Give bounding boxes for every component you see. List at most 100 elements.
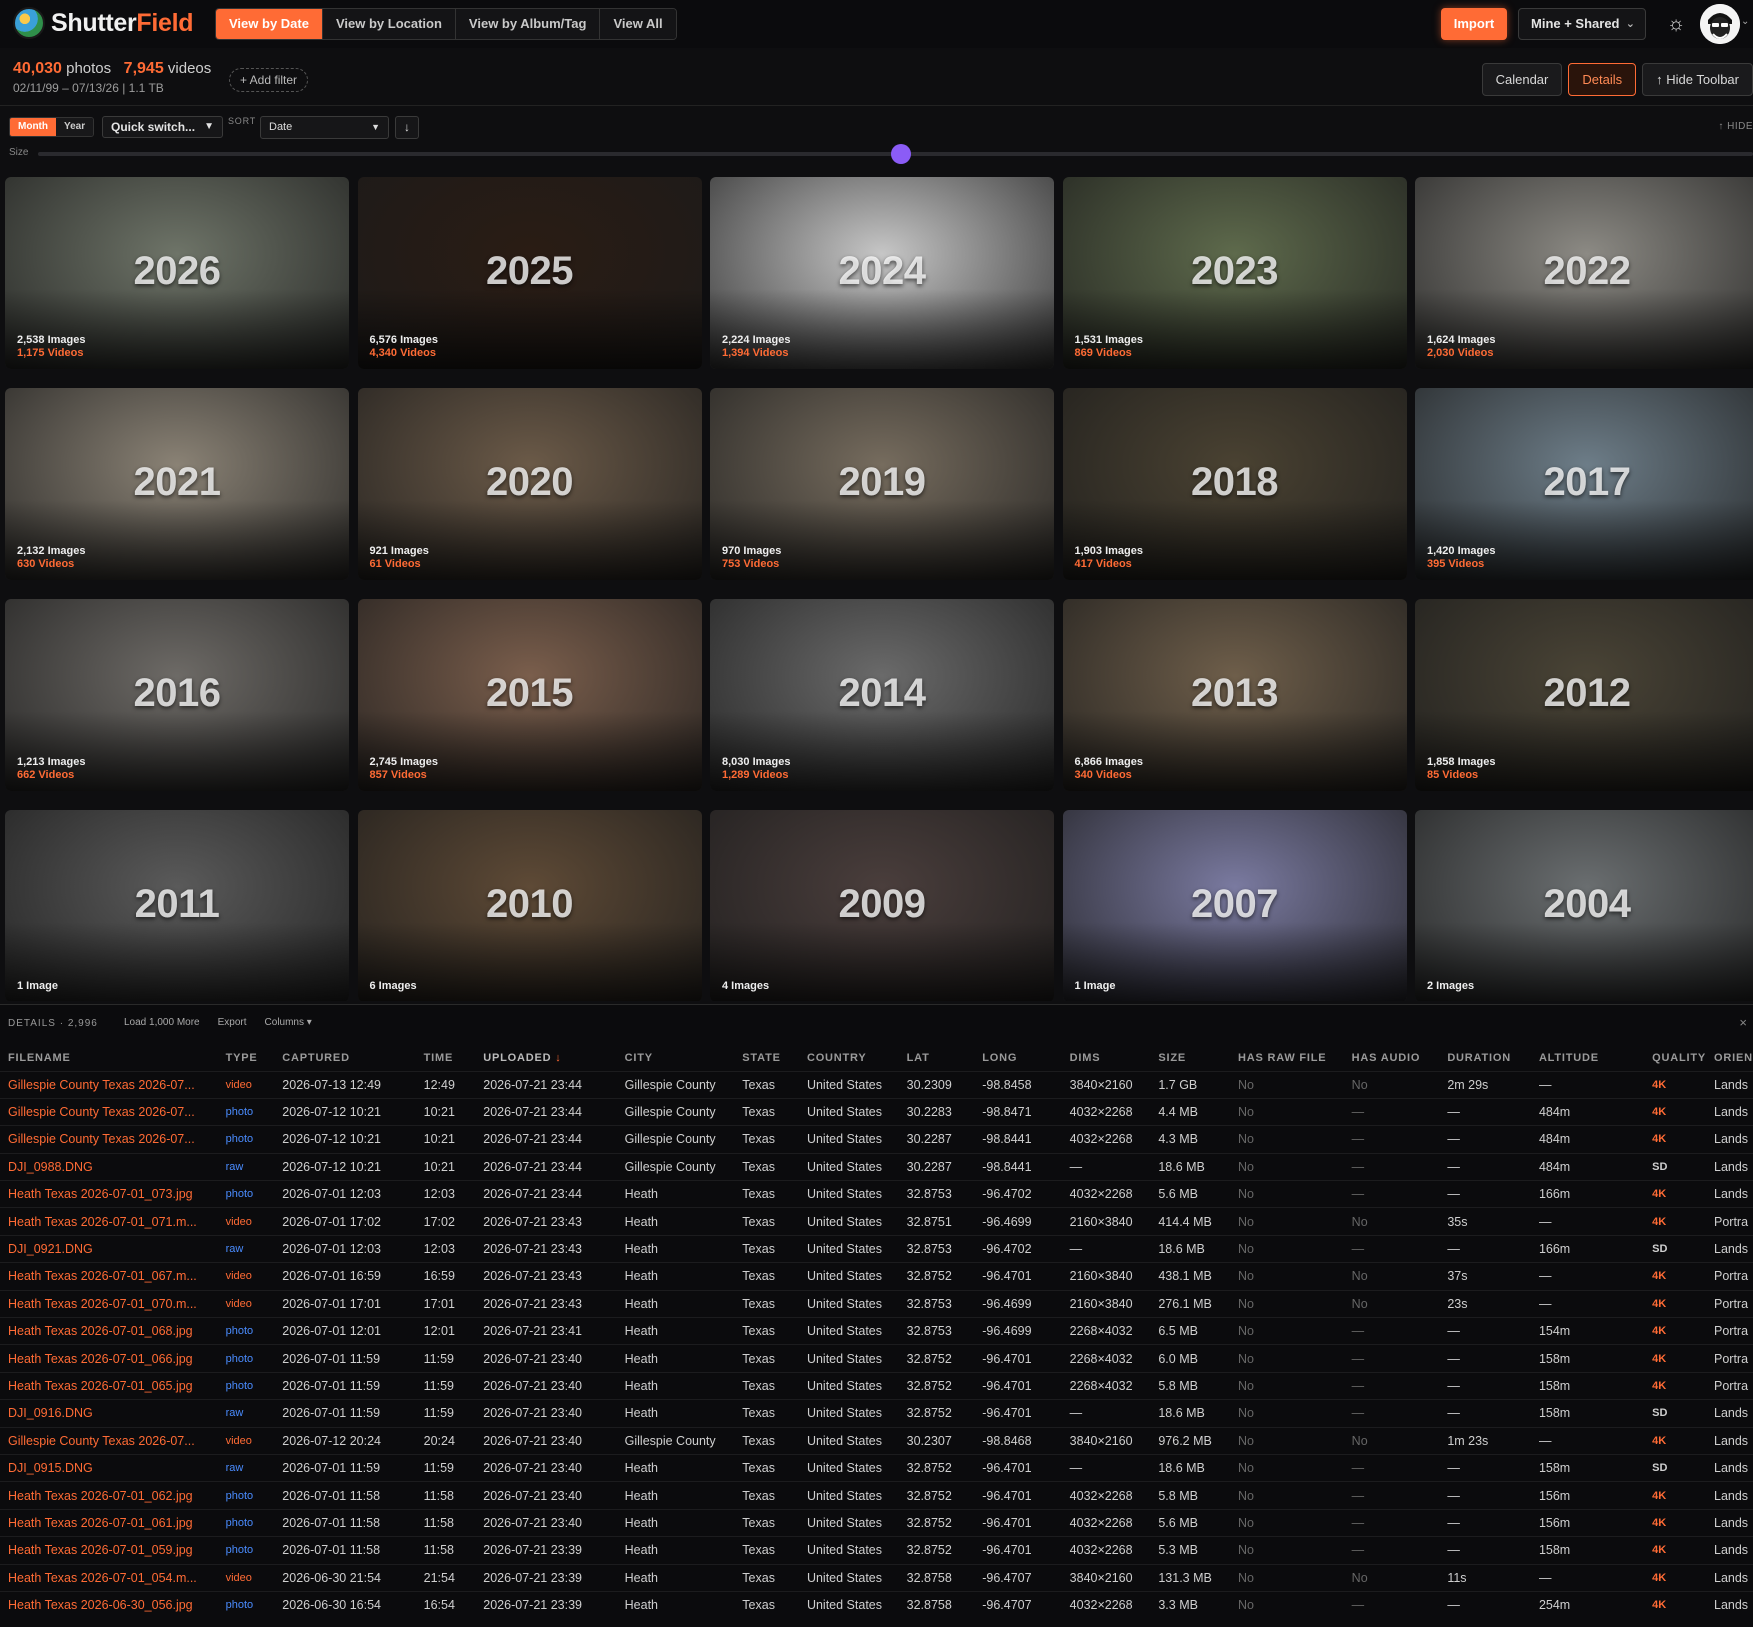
- year-tile-2019[interactable]: 2019 970 Images 753 Videos: [710, 388, 1054, 580]
- table-row[interactable]: Heath Texas 2026-07-01_054.m... video 2026…: [0, 1563, 1753, 1592]
- column-header-long[interactable]: LONG: [974, 1045, 1061, 1071]
- chevron-down-icon[interactable]: ⌄: [1741, 16, 1749, 27]
- cell-filename[interactable]: Gillespie County Texas 2026-07...: [0, 1125, 218, 1154]
- sort-select[interactable]: Date ▼: [260, 116, 389, 139]
- year-tile-2018[interactable]: 2018 1,903 Images 417 Videos: [1062, 388, 1407, 580]
- table-row[interactable]: Gillespie County Texas 2026-07... video 20…: [0, 1426, 1753, 1455]
- table-row[interactable]: DJI_0921.DNG raw 2026-07-01 12:03 12:03 2026…: [0, 1234, 1753, 1263]
- cell-filename[interactable]: Heath Texas 2026-07-01_073.jpg: [0, 1180, 218, 1208]
- cell-filename[interactable]: Gillespie County Texas 2026-07...: [0, 1426, 218, 1455]
- cell-filename[interactable]: Heath Texas 2026-07-01_062.jpg: [0, 1481, 218, 1510]
- column-header-size[interactable]: SIZE: [1150, 1045, 1230, 1071]
- table-row[interactable]: Heath Texas 2026-07-01_065.jpg photo 2026-…: [0, 1371, 1753, 1400]
- cell-filename[interactable]: Heath Texas 2026-07-01_065.jpg: [0, 1371, 218, 1400]
- year-tile-2013[interactable]: 2013 6,866 Images 340 Videos: [1062, 599, 1407, 791]
- column-header-has-raw-file[interactable]: HAS RAW FILE: [1230, 1045, 1344, 1071]
- year-tile-2024[interactable]: 2024 2,224 Images 1,394 Videos: [710, 177, 1054, 369]
- column-header-type[interactable]: TYPE: [218, 1045, 275, 1071]
- columns-button[interactable]: Columns ▾: [265, 1017, 312, 1028]
- add-filter-button[interactable]: + Add filter: [229, 68, 309, 92]
- year-tile-2010[interactable]: 2010 6 Images: [357, 810, 702, 1001]
- table-row[interactable]: DJI_0988.DNG raw 2026-07-12 10:21 10:21 2026…: [0, 1152, 1753, 1181]
- column-header-has-audio[interactable]: HAS AUDIO: [1344, 1045, 1440, 1071]
- cell-filename[interactable]: Heath Texas 2026-07-01_071.m...: [0, 1207, 218, 1236]
- tab-view-by-album-tag[interactable]: View by Album/Tag: [454, 9, 600, 39]
- details-button[interactable]: Details: [1568, 63, 1637, 96]
- column-header-lat[interactable]: LAT: [899, 1045, 975, 1071]
- column-header-quality[interactable]: QUALITY: [1644, 1045, 1706, 1071]
- table-row[interactable]: Heath Texas 2026-07-01_073.jpg photo 2026-…: [0, 1180, 1753, 1208]
- table-row[interactable]: Heath Texas 2026-07-01_068.jpg photo 2026-…: [0, 1317, 1753, 1345]
- calendar-button[interactable]: Calendar: [1481, 63, 1563, 96]
- tab-view-all[interactable]: View All: [599, 9, 676, 39]
- tab-view-by-date[interactable]: View by Date: [216, 9, 322, 39]
- year-tile-2014[interactable]: 2014 8,030 Images 1,289 Videos: [710, 599, 1054, 791]
- column-header-city[interactable]: CITY: [617, 1045, 735, 1071]
- scope-select[interactable]: Mine + Shared ⌄: [1518, 8, 1646, 40]
- cell-filename[interactable]: DJI_0915.DNG: [0, 1453, 218, 1482]
- table-row[interactable]: Heath Texas 2026-06-30_056.jpg photo 2026-…: [0, 1590, 1753, 1619]
- month-toggle[interactable]: Month: [10, 118, 56, 136]
- tab-view-by-location[interactable]: View by Location: [321, 9, 455, 39]
- sun-icon[interactable]: ☼: [1664, 12, 1688, 36]
- year-tile-2009[interactable]: 2009 4 Images: [710, 810, 1054, 1001]
- column-header-duration[interactable]: DURATION: [1439, 1045, 1531, 1071]
- table-row[interactable]: Heath Texas 2026-07-01_071.m... video 2026…: [0, 1207, 1753, 1236]
- year-tile-2022[interactable]: 2022 1,624 Images 2,030 Videos: [1415, 177, 1753, 369]
- table-row[interactable]: Heath Texas 2026-07-01_062.jpg photo 2026-…: [0, 1481, 1753, 1510]
- table-row[interactable]: DJI_0916.DNG raw 2026-07-01 11:59 11:59 2026…: [0, 1399, 1753, 1428]
- hide-toolbar-link[interactable]: ↑ HIDE: [1718, 121, 1753, 132]
- column-header-altitude[interactable]: ALTITUDE: [1531, 1045, 1644, 1071]
- cell-filename[interactable]: Gillespie County Texas 2026-07...: [0, 1097, 218, 1126]
- size-slider-thumb[interactable]: [890, 144, 911, 164]
- year-tile-2007[interactable]: 2007 1 Image: [1062, 810, 1407, 1001]
- year-tile-2025[interactable]: 2025 6,576 Images 4,340 Videos: [357, 177, 702, 369]
- import-button[interactable]: Import: [1441, 8, 1507, 40]
- cell-filename[interactable]: Heath Texas 2026-07-01_067.m...: [0, 1262, 218, 1291]
- column-header-orien[interactable]: ORIEN: [1706, 1045, 1753, 1071]
- column-header-uploaded[interactable]: UPLOADED ↓: [475, 1045, 616, 1071]
- cell-filename[interactable]: Heath Texas 2026-07-01_068.jpg: [0, 1317, 218, 1345]
- table-row[interactable]: Gillespie County Texas 2026-07... photo 20…: [0, 1097, 1753, 1126]
- hide-toolbar-button[interactable]: ↑ Hide Toolbar: [1642, 63, 1753, 96]
- avatar[interactable]: [1700, 4, 1740, 44]
- cell-filename[interactable]: Heath Texas 2026-07-01_070.m...: [0, 1289, 218, 1318]
- cell-filename[interactable]: Gillespie County Texas 2026-07...: [0, 1070, 218, 1099]
- column-header-filename[interactable]: FILENAME: [0, 1045, 218, 1071]
- year-tile-2016[interactable]: 2016 1,213 Images 662 Videos: [5, 599, 349, 791]
- sort-direction-button[interactable]: ↓: [395, 116, 419, 139]
- year-tile-2026[interactable]: 2026 2,538 Images 1,175 Videos: [5, 177, 349, 369]
- cell-filename[interactable]: Heath Texas 2026-07-01_061.jpg: [0, 1508, 218, 1537]
- column-header-state[interactable]: STATE: [734, 1045, 799, 1071]
- cell-filename[interactable]: Heath Texas 2026-07-01_054.m...: [0, 1563, 218, 1592]
- year-tile-2020[interactable]: 2020 921 Images 61 Videos: [357, 388, 702, 580]
- table-row[interactable]: Heath Texas 2026-07-01_059.jpg photo 2026-…: [0, 1536, 1753, 1565]
- year-tile-2012[interactable]: 2012 1,858 Images 85 Videos: [1415, 599, 1753, 791]
- table-row[interactable]: Heath Texas 2026-07-01_066.jpg photo 2026-…: [0, 1344, 1753, 1373]
- cell-filename[interactable]: Heath Texas 2026-07-01_066.jpg: [0, 1344, 218, 1373]
- cell-filename[interactable]: DJI_0921.DNG: [0, 1234, 218, 1263]
- year-tile-2021[interactable]: 2021 2,132 Images 630 Videos: [5, 388, 349, 580]
- year-tile-2015[interactable]: 2015 2,745 Images 857 Videos: [357, 599, 702, 791]
- table-row[interactable]: Gillespie County Texas 2026-07... video 20…: [0, 1070, 1753, 1099]
- table-row[interactable]: Heath Texas 2026-07-01_061.jpg photo 2026-…: [0, 1508, 1753, 1537]
- column-header-country[interactable]: COUNTRY: [799, 1045, 899, 1071]
- cell-filename[interactable]: DJI_0988.DNG: [0, 1152, 218, 1181]
- load-more-button[interactable]: Load 1,000 More: [124, 1017, 200, 1028]
- column-header-dims[interactable]: DIMS: [1062, 1045, 1151, 1071]
- cell-filename[interactable]: Heath Texas 2026-07-01_059.jpg: [0, 1536, 218, 1565]
- column-header-captured[interactable]: CAPTURED: [274, 1045, 415, 1071]
- year-toggle[interactable]: Year: [56, 118, 94, 136]
- export-button[interactable]: Export: [218, 1017, 247, 1028]
- close-icon[interactable]: ×: [1739, 1015, 1747, 1030]
- column-header-time[interactable]: TIME: [416, 1045, 476, 1071]
- table-row[interactable]: Heath Texas 2026-07-01_070.m... video 2026…: [0, 1289, 1753, 1318]
- table-row[interactable]: Gillespie County Texas 2026-07... photo 20…: [0, 1125, 1753, 1154]
- quick-switch-dropdown[interactable]: Quick switch... ▼: [102, 116, 223, 138]
- cell-filename[interactable]: DJI_0916.DNG: [0, 1399, 218, 1428]
- year-tile-2023[interactable]: 2023 1,531 Images 869 Videos: [1062, 177, 1407, 369]
- year-tile-2011[interactable]: 2011 1 Image: [5, 810, 349, 1001]
- cell-filename[interactable]: Heath Texas 2026-06-30_056.jpg: [0, 1590, 218, 1619]
- app-logo[interactable]: ShutterField: [13, 7, 194, 39]
- year-tile-2017[interactable]: 2017 1,420 Images 395 Videos: [1415, 388, 1753, 580]
